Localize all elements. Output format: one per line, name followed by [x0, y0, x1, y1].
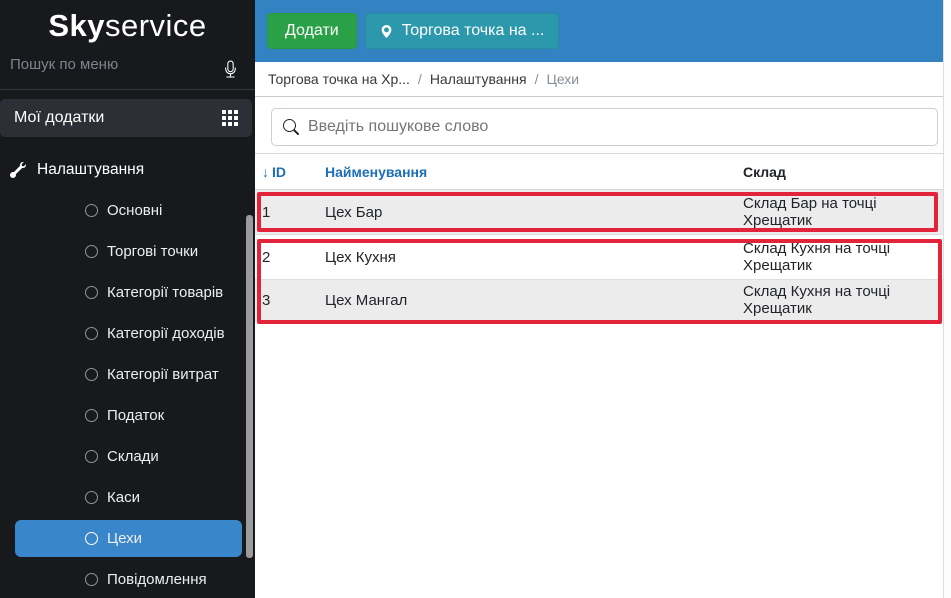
sidebar-item-kategorii-vytrat[interactable]: Категорії витрат: [0, 354, 255, 395]
sidebar-item-kategorii-dohodiv[interactable]: Категорії доходів: [0, 313, 255, 354]
sidebar-item-torgovi-tochky[interactable]: Торгові точки: [0, 231, 255, 272]
radio-circle-icon: [85, 204, 98, 217]
cell-name: Цех Мангал: [325, 291, 408, 309]
sidebar-item-osnovni[interactable]: Основні: [0, 190, 255, 231]
breadcrumb: Торгова точка на Хр... / Налаштування / …: [255, 62, 943, 97]
menu-search-input[interactable]: [10, 56, 210, 73]
cell-id: 1: [262, 203, 271, 221]
breadcrumb-separator: /: [534, 71, 539, 87]
cell-id: 2: [262, 248, 271, 266]
sort-ascending-icon: ↓: [262, 163, 269, 180]
apps-grid-icon[interactable]: [222, 110, 238, 126]
sidebar-item-kategorii-tovariv[interactable]: Категорії товарів: [0, 272, 255, 313]
settings-menu: Налаштування Основні Торгові точки Катег…: [0, 149, 255, 598]
main-content: Додати Торгова точка на ... Торгова точк…: [255, 0, 951, 598]
radio-circle-icon: [85, 491, 98, 504]
sidebar-item-label: Основні: [107, 202, 163, 219]
cell-warehouse: Склад Бар на точці Хрещатик: [743, 195, 877, 229]
breadcrumb-separator: /: [417, 71, 422, 87]
table-header-row: ↓ ID Найменування Склад: [255, 153, 943, 190]
main-scrollbar-track: [943, 0, 951, 598]
logo-text-bold: Sky: [48, 8, 105, 43]
table-row[interactable]: 3 Цех Мангал Склад Кухня на точці Хрещат…: [255, 280, 943, 321]
radio-circle-icon: [85, 327, 98, 340]
column-header-name[interactable]: Найменування: [325, 164, 743, 180]
sidebar-item-tsekhy[interactable]: Цехи: [0, 518, 255, 559]
logo-text-light: service: [104, 8, 207, 43]
wrench-icon: [10, 161, 26, 178]
sidebar-item-label: Склади: [107, 448, 159, 465]
sidebar-item-label: Податок: [107, 407, 165, 424]
sidebar-item-label: Категорії витрат: [107, 366, 219, 383]
store-selector-button[interactable]: Торгова точка на ...: [364, 13, 560, 49]
workshops-table: ↓ ID Найменування Склад 1 Цех Бар Склад Б…: [255, 153, 943, 321]
sidebar-item-label: Торгові точки: [107, 243, 199, 260]
table-row[interactable]: 1 Цех Бар Склад Бар на точці Хрещатик: [255, 190, 943, 235]
breadcrumb-current: Цехи: [546, 71, 580, 87]
my-apps-bar[interactable]: Мої додатки: [0, 99, 252, 137]
sidebar-item-kasy[interactable]: Каси: [0, 477, 255, 518]
store-selector-label: Торгова точка на ...: [401, 22, 545, 39]
sidebar-section-settings[interactable]: Налаштування: [0, 149, 255, 190]
cell-warehouse: Склад Кухня на точці Хрещатик: [743, 283, 891, 317]
action-toolbar: Додати Торгова точка на ...: [255, 0, 943, 62]
app-logo: Skyservice: [0, 8, 255, 44]
sidebar-item-label: Категорії доходів: [107, 325, 225, 342]
sidebar-item-label: Каси: [107, 489, 140, 506]
sidebar-item-label: Цехи: [107, 530, 142, 547]
table-search-box: [271, 108, 938, 146]
search-input[interactable]: [308, 118, 926, 136]
radio-circle-icon: [85, 245, 98, 258]
column-header-warehouse: Склад: [743, 163, 786, 180]
add-button[interactable]: Додати: [267, 13, 357, 49]
sidebar-item-label: Категорії товарів: [107, 284, 224, 301]
sidebar-divider: [0, 89, 255, 90]
table-row[interactable]: 2 Цех Кухня Склад Кухня на точці Хрещати…: [255, 235, 943, 280]
cell-warehouse: Склад Кухня на точці Хрещатик: [743, 240, 891, 274]
cell-name: Цех Кухня: [325, 248, 396, 266]
sidebar-item-label: Повідомлення: [107, 571, 207, 588]
section-label: Налаштування: [37, 160, 145, 178]
microphone-icon[interactable]: [222, 58, 239, 80]
my-apps-label: Мої додатки: [14, 109, 105, 126]
breadcrumb-settings[interactable]: Налаштування: [430, 71, 527, 87]
radio-circle-icon: [85, 573, 98, 586]
sidebar-item-podatok[interactable]: Податок: [0, 395, 255, 436]
cell-name: Цех Бар: [325, 203, 383, 221]
radio-circle-icon: [85, 286, 98, 299]
radio-circle-icon: [85, 409, 98, 422]
column-header-id[interactable]: ↓ ID: [255, 164, 325, 180]
sidebar-item-povidomlennia[interactable]: Повідомлення: [0, 559, 255, 598]
sidebar-item-sklady[interactable]: Склади: [0, 436, 255, 477]
sidebar: Skyservice Мої додатки Налаштування Осно…: [0, 0, 255, 598]
cell-id: 3: [262, 291, 271, 309]
location-pin-icon: [381, 24, 392, 38]
sidebar-scrollbar-thumb[interactable]: [246, 215, 253, 558]
breadcrumb-store[interactable]: Торгова точка на Хр...: [268, 71, 410, 87]
radio-circle-icon: [85, 450, 98, 463]
radio-circle-icon: [85, 368, 98, 381]
radio-circle-icon: [85, 532, 98, 545]
search-icon: [283, 119, 299, 135]
